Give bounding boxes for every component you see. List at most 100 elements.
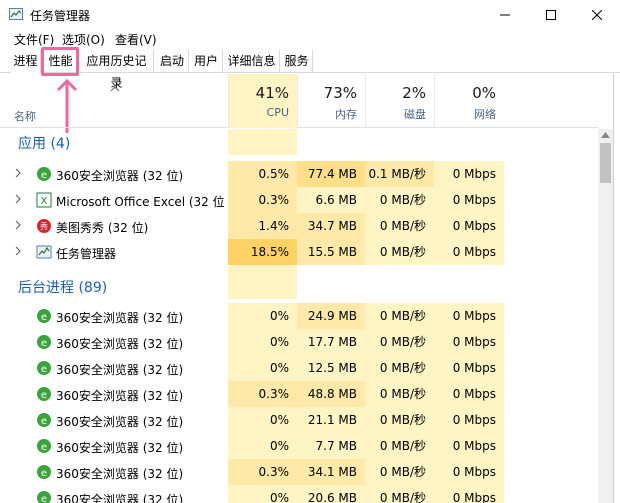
process-list: 应用 (4) e 360安全浏览器 (32 位) 0.5% 77.4 MB 0.… (0, 129, 598, 503)
table-row[interactable]: e 360安全浏览器 (32 位) 0% 21.1 MB 0 MB/秒 0 Mb… (0, 407, 598, 433)
close-button[interactable] (574, 0, 620, 30)
process-disk: 0 MB/秒 (365, 381, 434, 407)
table-row[interactable]: e 360安全浏览器 (32 位) 0% 7.7 MB 0 MB/秒 0 Mbp… (0, 433, 598, 459)
group-title-background: 后台进程 (89) (18, 280, 108, 296)
svg-text:秀: 秀 (40, 221, 48, 231)
process-memory: 20.6 MB (297, 485, 365, 503)
process-network: 0 Mbps (434, 161, 504, 187)
disk-total: 2% (402, 84, 426, 102)
process-network: 0 Mbps (434, 381, 504, 407)
table-row[interactable]: e 360安全浏览器 (32 位) 0.5% 77.4 MB 0.1 MB/秒 … (0, 161, 598, 187)
process-name: 360安全浏览器 (32 位) (56, 467, 184, 481)
scroll-thumb[interactable] (600, 143, 611, 183)
menu-options[interactable]: 选项(O) (62, 31, 105, 48)
360-browser-icon: e (37, 387, 51, 401)
process-memory: 34.7 MB (297, 213, 365, 239)
window-right-edge (613, 74, 620, 503)
column-memory[interactable]: 73% 内存 (297, 74, 365, 128)
360-browser-icon: e (37, 413, 51, 427)
process-network: 0 Mbps (434, 433, 504, 459)
chevron-right-icon[interactable] (15, 220, 21, 230)
table-row[interactable]: e 360安全浏览器 (32 位) 0% 24.9 MB 0 MB/秒 0 Mb… (0, 303, 598, 329)
title-bar: 任务管理器 (0, 0, 620, 30)
process-memory: 48.8 MB (297, 381, 365, 407)
svg-text:X: X (41, 196, 48, 207)
scroll-up-icon[interactable] (601, 132, 610, 138)
tab-processes[interactable]: 进程 (11, 50, 41, 73)
table-row[interactable]: e 360安全浏览器 (32 位) 0.3% 48.8 MB 0 MB/秒 0 … (0, 381, 598, 407)
task-manager-app-icon (9, 8, 23, 20)
cpu-total: 41% (255, 84, 289, 102)
process-memory: 77.4 MB (297, 161, 365, 187)
svg-text:e: e (41, 442, 47, 453)
process-disk: 0 MB/秒 (365, 355, 434, 381)
process-cpu: 0.3% (228, 187, 297, 213)
process-memory: 34.1 MB (297, 459, 365, 485)
process-memory: 21.1 MB (297, 407, 365, 433)
process-network: 0 Mbps (434, 485, 504, 503)
chevron-right-icon[interactable] (15, 168, 21, 178)
vertical-scrollbar[interactable] (598, 129, 613, 503)
column-name[interactable]: 名称 (14, 108, 36, 124)
process-disk: 0 MB/秒 (365, 213, 434, 239)
minimize-button[interactable] (482, 0, 528, 30)
table-row[interactable]: X Microsoft Office Excel (32 位... 0.3% 6… (0, 187, 598, 213)
tab-details[interactable]: 详细信息 (224, 50, 280, 73)
maximize-button[interactable] (528, 0, 574, 30)
column-network[interactable]: 0% 网络 (434, 74, 504, 128)
tab-startup[interactable]: 启动 (156, 50, 189, 73)
process-network: 0 Mbps (434, 329, 504, 355)
process-cpu: 0.3% (228, 381, 297, 407)
process-disk: 0 MB/秒 (365, 239, 434, 265)
table-row[interactable]: e 360安全浏览器 (32 位) 0% 20.6 MB 0 MB/秒 0 Mb… (0, 485, 598, 503)
network-label: 网络 (474, 108, 496, 121)
process-name: Microsoft Office Excel (32 位... (56, 195, 224, 209)
column-disk[interactable]: 2% 磁盘 (365, 74, 434, 128)
tab-users[interactable]: 用户 (190, 50, 223, 73)
menu-view[interactable]: 查看(V) (115, 31, 157, 48)
process-name: 360安全浏览器 (32 位) (56, 493, 184, 503)
svg-text:e: e (41, 390, 47, 401)
svg-text:e: e (41, 416, 47, 427)
360-browser-icon: e (37, 465, 51, 479)
process-network: 0 Mbps (434, 459, 504, 485)
table-row[interactable]: e 360安全浏览器 (32 位) 0% 17.7 MB 0 MB/秒 0 Mb… (0, 329, 598, 355)
spacer-row (0, 265, 598, 273)
group-row-background[interactable]: 后台进程 (89) (0, 273, 598, 299)
process-name: 360安全浏览器 (32 位) (56, 389, 184, 403)
maximize-icon (546, 10, 556, 20)
process-network: 0 Mbps (434, 239, 504, 265)
column-cpu[interactable]: 41% CPU (228, 74, 297, 128)
process-disk: 0 MB/秒 (365, 485, 434, 503)
chevron-right-icon[interactable] (15, 194, 21, 204)
process-disk: 0 MB/秒 (365, 187, 434, 213)
process-memory: 7.7 MB (297, 433, 365, 459)
tab-app-history[interactable]: 应用历史记录 (80, 50, 154, 90)
tab-bar: 进程 性能 应用历史记录 启动 用户 详细信息 服务 (0, 50, 620, 90)
process-cpu: 0% (228, 329, 297, 355)
process-network: 0 Mbps (434, 407, 504, 433)
360-browser-icon: e (37, 439, 51, 453)
table-row[interactable]: 秀 美图秀秀 (32 位) 1.4% 34.7 MB 0 MB/秒 0 Mbps (0, 213, 598, 239)
menu-file[interactable]: 文件(F) (14, 31, 54, 48)
sort-chevron-up-icon[interactable] (110, 86, 120, 92)
svg-text:e: e (41, 312, 47, 323)
process-network: 0 Mbps (434, 355, 504, 381)
process-memory: 6.6 MB (297, 187, 365, 213)
process-disk: 0 MB/秒 (365, 433, 434, 459)
table-row[interactable]: e 360安全浏览器 (32 位) 0% 12.5 MB 0 MB/秒 0 Mb… (0, 355, 598, 381)
table-row[interactable]: 任务管理器 18.5% 15.5 MB 0 MB/秒 0 Mbps (0, 239, 598, 265)
process-cpu: 0.5% (228, 161, 297, 187)
chevron-right-icon[interactable] (15, 246, 21, 256)
group-row-apps[interactable]: 应用 (4) (0, 129, 598, 155)
process-cpu: 1.4% (228, 213, 297, 239)
process-name: 美图秀秀 (32 位) (56, 221, 149, 235)
network-total: 0% (472, 84, 496, 102)
process-name: 任务管理器 (56, 247, 117, 261)
tab-services[interactable]: 服务 (281, 50, 313, 73)
menu-bar: 文件(F) 选项(O) 查看(V) (0, 30, 620, 48)
process-disk: 0 MB/秒 (365, 407, 434, 433)
group-title-apps: 应用 (4) (18, 136, 71, 152)
process-cpu: 0% (228, 485, 297, 503)
table-row[interactable]: e 360安全浏览器 (32 位) 0.3% 34.1 MB 0 MB/秒 0 … (0, 459, 598, 485)
